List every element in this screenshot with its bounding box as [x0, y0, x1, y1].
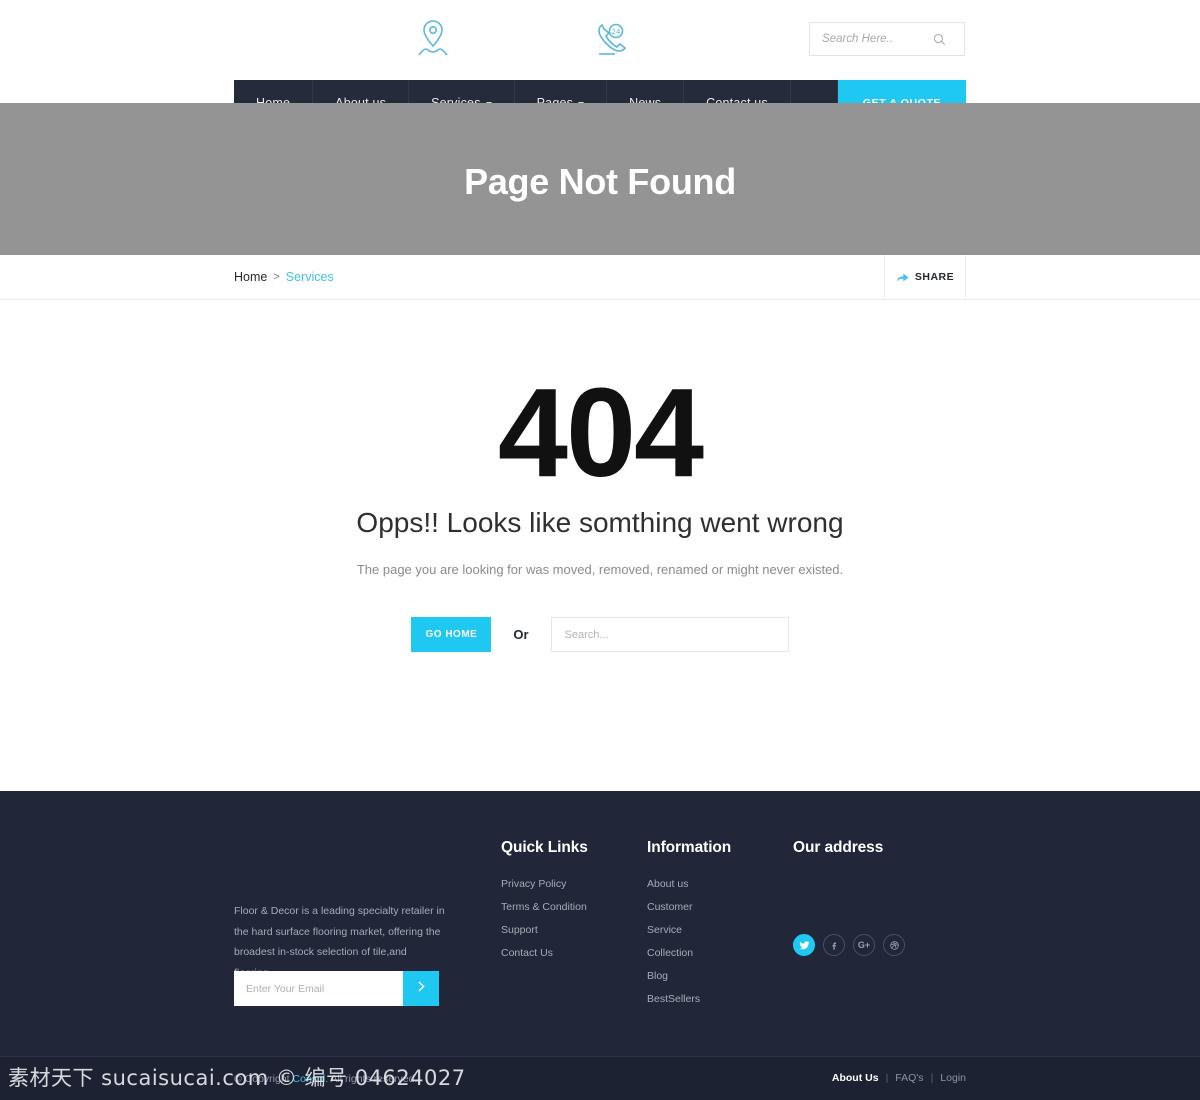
- footer-bottom-bar: © Copyright Consul. All rights reserved.…: [0, 1056, 1200, 1100]
- location-pin-icon: [413, 17, 453, 61]
- search-icon[interactable]: [928, 28, 950, 50]
- page-banner: Page Not Found: [0, 103, 1200, 255]
- go-home-label: GO HOME: [425, 629, 478, 640]
- facebook-icon[interactable]: [823, 934, 845, 956]
- footer-column-title: Quick Links: [501, 839, 588, 856]
- google-plus-glyph: G+: [857, 940, 871, 950]
- phone-24h-icon: 24: [590, 17, 630, 61]
- footer-column-title: Information: [647, 839, 732, 856]
- error-description: The page you are looking for was moved, …: [356, 562, 844, 577]
- breadcrumb: Home > Services: [234, 270, 334, 284]
- share-arrow-icon: [896, 271, 909, 284]
- header-search[interactable]: [809, 22, 965, 56]
- footer-link[interactable]: Customer: [647, 901, 787, 913]
- dribbble-icon[interactable]: [883, 934, 905, 956]
- search-input[interactable]: [810, 33, 928, 45]
- error-search-input[interactable]: [551, 628, 788, 641]
- social-links: G+: [793, 934, 905, 956]
- svg-text:24: 24: [612, 28, 621, 36]
- google-plus-icon[interactable]: G+: [853, 934, 875, 956]
- breadcrumb-home[interactable]: Home: [234, 270, 267, 284]
- footer-link[interactable]: Contact Us: [501, 947, 641, 959]
- site-header: 24: [0, 0, 1200, 80]
- bottom-link-about-us[interactable]: About Us: [832, 1072, 879, 1084]
- go-home-button[interactable]: GO HOME: [411, 617, 492, 652]
- page-title: Page Not Found: [464, 161, 736, 202]
- breadcrumb-separator: >: [273, 271, 280, 283]
- footer-link[interactable]: Terms & Condition: [501, 901, 641, 913]
- breadcrumb-bar: Home > Services SHARE: [0, 255, 1200, 300]
- page-root: 24 Home About us Services Pages: [0, 0, 1200, 1100]
- site-footer: Floor & Decor is a leading specialty ret…: [0, 791, 1200, 1056]
- newsletter-submit-button[interactable]: [403, 971, 439, 1006]
- footer-column-title: Our address: [793, 839, 884, 856]
- footer-link[interactable]: Collection: [647, 947, 787, 959]
- or-label: Or: [513, 627, 529, 642]
- bottom-link-faqs[interactable]: FAQ's: [895, 1072, 923, 1084]
- bottom-link-login[interactable]: Login: [940, 1072, 966, 1084]
- footer-link[interactable]: Privacy Policy: [501, 878, 641, 890]
- footer-link[interactable]: BestSellers: [647, 993, 787, 1005]
- share-label: SHARE: [914, 271, 955, 283]
- link-divider: |: [885, 1072, 889, 1084]
- error-actions: GO HOME Or: [0, 617, 1200, 652]
- copyright-prefix: © Copyright: [234, 1073, 293, 1085]
- chevron-right-icon: [415, 980, 428, 998]
- footer-link[interactable]: Support: [501, 924, 641, 936]
- error-heading: Opps!! Looks like somthing went wrong: [356, 507, 844, 538]
- footer-column-quick-links: Quick Links Privacy Policy Terms & Condi…: [501, 839, 641, 970]
- copyright-brand: Consul: [292, 1073, 326, 1085]
- share-button[interactable]: SHARE: [884, 255, 966, 299]
- footer-bottom-links: About Us | FAQ's | Login: [832, 1072, 966, 1084]
- link-divider: |: [930, 1072, 934, 1084]
- footer-column-our-address: Our address: [793, 839, 993, 878]
- footer-link[interactable]: Service: [647, 924, 787, 936]
- footer-link[interactable]: Blog: [647, 970, 787, 982]
- newsletter-email-input[interactable]: [234, 971, 403, 1006]
- error-search[interactable]: [550, 617, 789, 652]
- copyright-suffix: . All rights reserved.: [325, 1073, 418, 1085]
- footer-link[interactable]: About us: [647, 878, 787, 890]
- twitter-icon[interactable]: [793, 934, 815, 956]
- error-code: 404: [497, 362, 704, 503]
- footer-column-information: Information About us Customer Service Co…: [647, 839, 787, 1016]
- breadcrumb-current[interactable]: Services: [286, 270, 334, 284]
- newsletter-form[interactable]: [234, 971, 439, 1006]
- copyright-text: © Copyright Consul. All rights reserved.: [234, 1073, 417, 1085]
- error-content: 404 Opps!! Looks like somthing went wron…: [0, 300, 1200, 791]
